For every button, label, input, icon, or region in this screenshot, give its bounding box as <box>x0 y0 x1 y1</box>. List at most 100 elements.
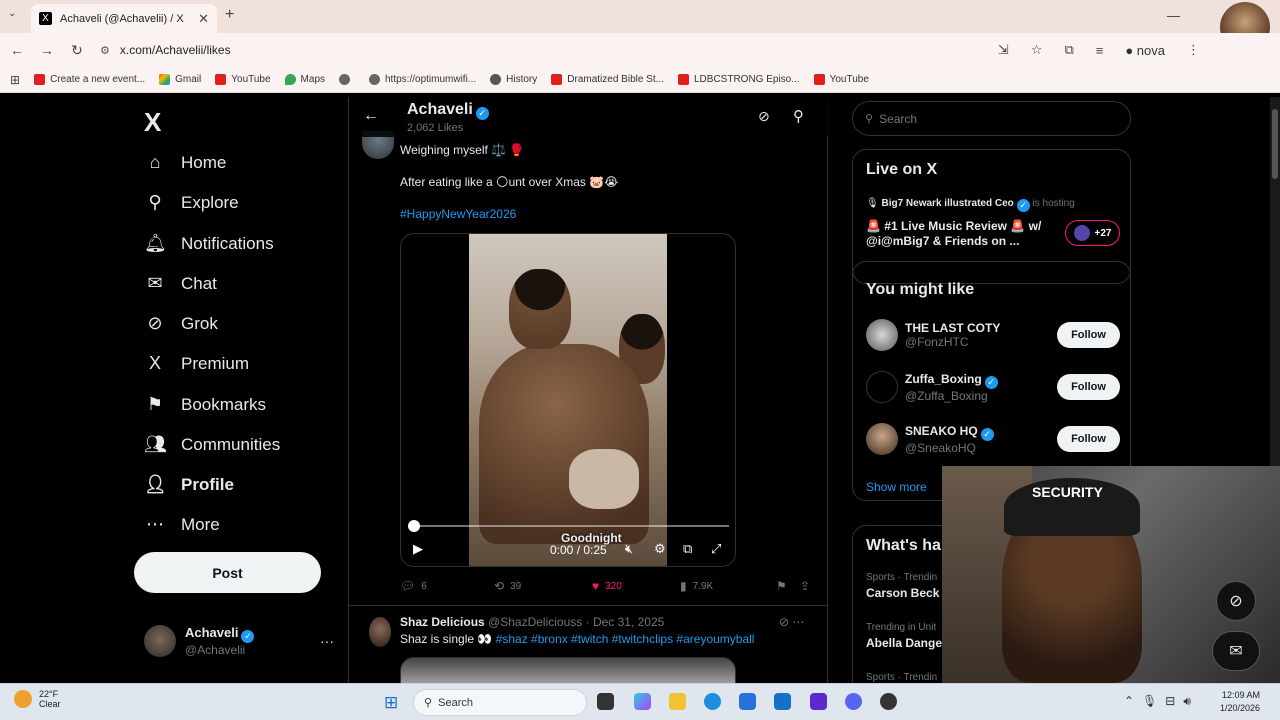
file-explorer-icon[interactable] <box>669 693 686 710</box>
bookmark-item[interactable]: LDBCSTRONG Episo... <box>677 74 800 85</box>
back-arrow-icon[interactable]: ← <box>363 107 379 125</box>
bookmark-button[interactable]: ⚑ <box>776 579 793 593</box>
taskbar-search[interactable]: ⚲ Search <box>413 689 587 716</box>
close-tab-icon[interactable]: ✕ <box>198 11 209 27</box>
bookmark-star-icon[interactable]: ☆ <box>1031 42 1043 58</box>
messages-icon[interactable]: ✉ <box>1212 631 1260 671</box>
author-name[interactable]: Shaz Delicious <box>400 615 485 629</box>
search-icon[interactable]: ⚲ <box>793 107 804 125</box>
system-tray[interactable]: ⌃🎙︎⊟🔊︎ <box>1124 694 1199 709</box>
suggested-user[interactable]: THE LAST COTY @FonzHTC Follow <box>866 319 1120 351</box>
settings-gear-icon[interactable]: ⚙ <box>654 541 666 557</box>
video-progress-knob[interactable] <box>408 520 420 532</box>
copilot-icon[interactable] <box>634 693 651 710</box>
scrollbar-thumb[interactable] <box>1272 109 1278 179</box>
hashtag-links[interactable]: #shaz #bronx #twitch #twitchclips #areyo… <box>496 632 755 646</box>
reload-icon[interactable]: ↻ <box>64 42 90 59</box>
menu-icon[interactable]: ⋮ <box>1187 42 1200 58</box>
x-logo-icon[interactable]: X <box>144 107 161 138</box>
live-topic[interactable]: 🚨 #1 Live Music Review 🚨 w/ @i@mBig7 & F… <box>866 219 1056 249</box>
install-icon[interactable]: ⇲ <box>998 42 1009 58</box>
show-more-link[interactable]: Show more <box>866 480 927 494</box>
suggested-user[interactable]: Zuffa_Boxing ✓ @Zuffa_Boxing Follow <box>866 371 1120 403</box>
window-controls[interactable]: — <box>1167 8 1210 23</box>
repost-button[interactable]: ⟲ 39 <box>494 579 521 593</box>
task-view-icon[interactable] <box>597 693 614 710</box>
tweet-date[interactable]: · Dec 31, 2025 <box>586 615 665 629</box>
fullscreen-icon[interactable]: ⤢ <box>711 541 721 557</box>
github-icon[interactable] <box>880 693 897 710</box>
video-progress-bar[interactable] <box>413 525 729 527</box>
listeners-pill[interactable]: +27 <box>1065 220 1120 246</box>
account-switcher[interactable]: Achaveli ✓ @Achavelii ··· <box>144 625 334 657</box>
nav-more[interactable]: ⋯ More <box>144 514 220 535</box>
author-handle[interactable]: @ShazDeliciouss <box>488 615 582 629</box>
nav-explore[interactable]: ⚲ Explore <box>144 192 238 213</box>
avatar[interactable] <box>369 617 391 647</box>
more-icon[interactable]: ⋯ <box>792 615 804 629</box>
clock[interactable]: 12:09 AM 1/20/2026 <box>1220 689 1260 715</box>
suggested-user[interactable]: SNEAKO HQ ✓ @SneakoHQ Follow <box>866 423 1120 455</box>
nav-notifications[interactable]: 🔔︎ Notifications <box>144 233 274 254</box>
post-button[interactable]: Post <box>134 552 321 593</box>
apps-grid-icon[interactable]: ⊞ <box>10 73 20 87</box>
streaming-app-icon[interactable] <box>810 693 827 710</box>
profile-button[interactable]: ● nova <box>1125 43 1165 58</box>
url-field[interactable]: ⚙ x.com/Achavelii/likes <box>100 43 231 57</box>
store-icon[interactable] <box>739 693 756 710</box>
nav-chat[interactable]: ✉ Chat <box>144 273 216 294</box>
active-tab[interactable]: X Achaveli (@Achavelii) / X ✕ <box>31 4 217 33</box>
windows-start-icon[interactable]: ⊞ <box>384 693 398 713</box>
grok-icon[interactable]: ⊘ <box>1216 581 1256 621</box>
bookmark-item[interactable]: Maps <box>284 74 325 85</box>
account-menu-icon[interactable]: ··· <box>320 633 334 649</box>
tab-list-icon[interactable]: ⌄ <box>8 8 16 19</box>
media-control-icon[interactable]: ≡ <box>1096 43 1104 58</box>
bookmark-item[interactable]: Dramatized Bible St... <box>551 74 664 85</box>
nav-grok[interactable]: ⊘ Grok <box>144 313 217 334</box>
clock-date: 1/20/2026 <box>1220 703 1261 713</box>
weather-widget[interactable]: 22°F Clear <box>14 689 61 709</box>
bookmark-item[interactable]: History <box>490 74 537 85</box>
bookmark-item[interactable]: https://optimumwifi... <box>369 74 476 85</box>
bookmark-item[interactable]: Gmail <box>159 74 201 85</box>
nav-profile[interactable]: 👤︎ Profile <box>144 474 234 495</box>
edge-icon[interactable] <box>704 693 721 710</box>
bookmark-item[interactable]: YouTube <box>813 74 869 85</box>
reply-button[interactable]: 💬︎ 6 <box>400 579 427 593</box>
trend-name[interactable]: Abella Danger <box>866 636 947 650</box>
bookmark-item[interactable] <box>339 74 355 85</box>
follow-button[interactable]: Follow <box>1057 322 1120 348</box>
mute-icon[interactable]: 🔇︎ <box>625 541 633 557</box>
play-icon[interactable]: ▶ <box>413 541 423 557</box>
share-button[interactable]: ⇪ <box>800 579 816 593</box>
forward-icon[interactable]: → <box>34 42 60 58</box>
outlook-icon[interactable] <box>774 693 791 710</box>
picture-in-picture-icon[interactable]: ⧉ <box>683 541 692 557</box>
moon-icon <box>14 690 32 708</box>
nav-premium[interactable]: X Premium <box>144 353 249 374</box>
bookmark-item[interactable]: Create a new event... <box>34 74 145 85</box>
grok-icon[interactable]: ⊘ <box>779 615 789 629</box>
views-button[interactable]: ▮ 7.9K <box>680 579 713 593</box>
live-host[interactable]: 🎙︎ Big7 Newark illustrated Ceo ✓ is hosti… <box>866 198 1075 212</box>
hashtag-link[interactable]: #HappyNewYear2026 <box>400 207 516 221</box>
tweet-text: Shaz is single 👀 #shaz #bronx #twitch #t… <box>400 632 754 646</box>
grok-icon[interactable]: ⊘ <box>758 108 770 125</box>
follow-button[interactable]: Follow <box>1057 374 1120 400</box>
nav-home[interactable]: ⌂ Home <box>144 152 227 173</box>
follow-button[interactable]: Follow <box>1057 426 1120 452</box>
like-button[interactable]: ♥ 320 <box>592 579 622 593</box>
new-tab-icon[interactable]: + <box>225 6 234 24</box>
bookmark-item[interactable]: YouTube <box>215 74 271 85</box>
site-info-icon[interactable]: ⚙ <box>100 44 110 57</box>
video-player[interactable]: Goodnight ▶ 0:00 / 0:25 🔇︎ ⚙ ⧉ ⤢ <box>400 233 736 567</box>
extensions-icon[interactable]: ⧉ <box>1064 42 1073 58</box>
trend-name[interactable]: Carson Beck <box>866 586 939 600</box>
nav-bookmarks[interactable]: ⚑ Bookmarks <box>144 394 266 415</box>
tweet-media[interactable] <box>400 657 736 683</box>
nav-communities[interactable]: 👥︎ Communities <box>144 434 280 455</box>
search-input[interactable]: ⚲ Search <box>852 101 1131 136</box>
back-icon[interactable]: ← <box>4 42 30 58</box>
discord-icon[interactable] <box>845 693 862 710</box>
